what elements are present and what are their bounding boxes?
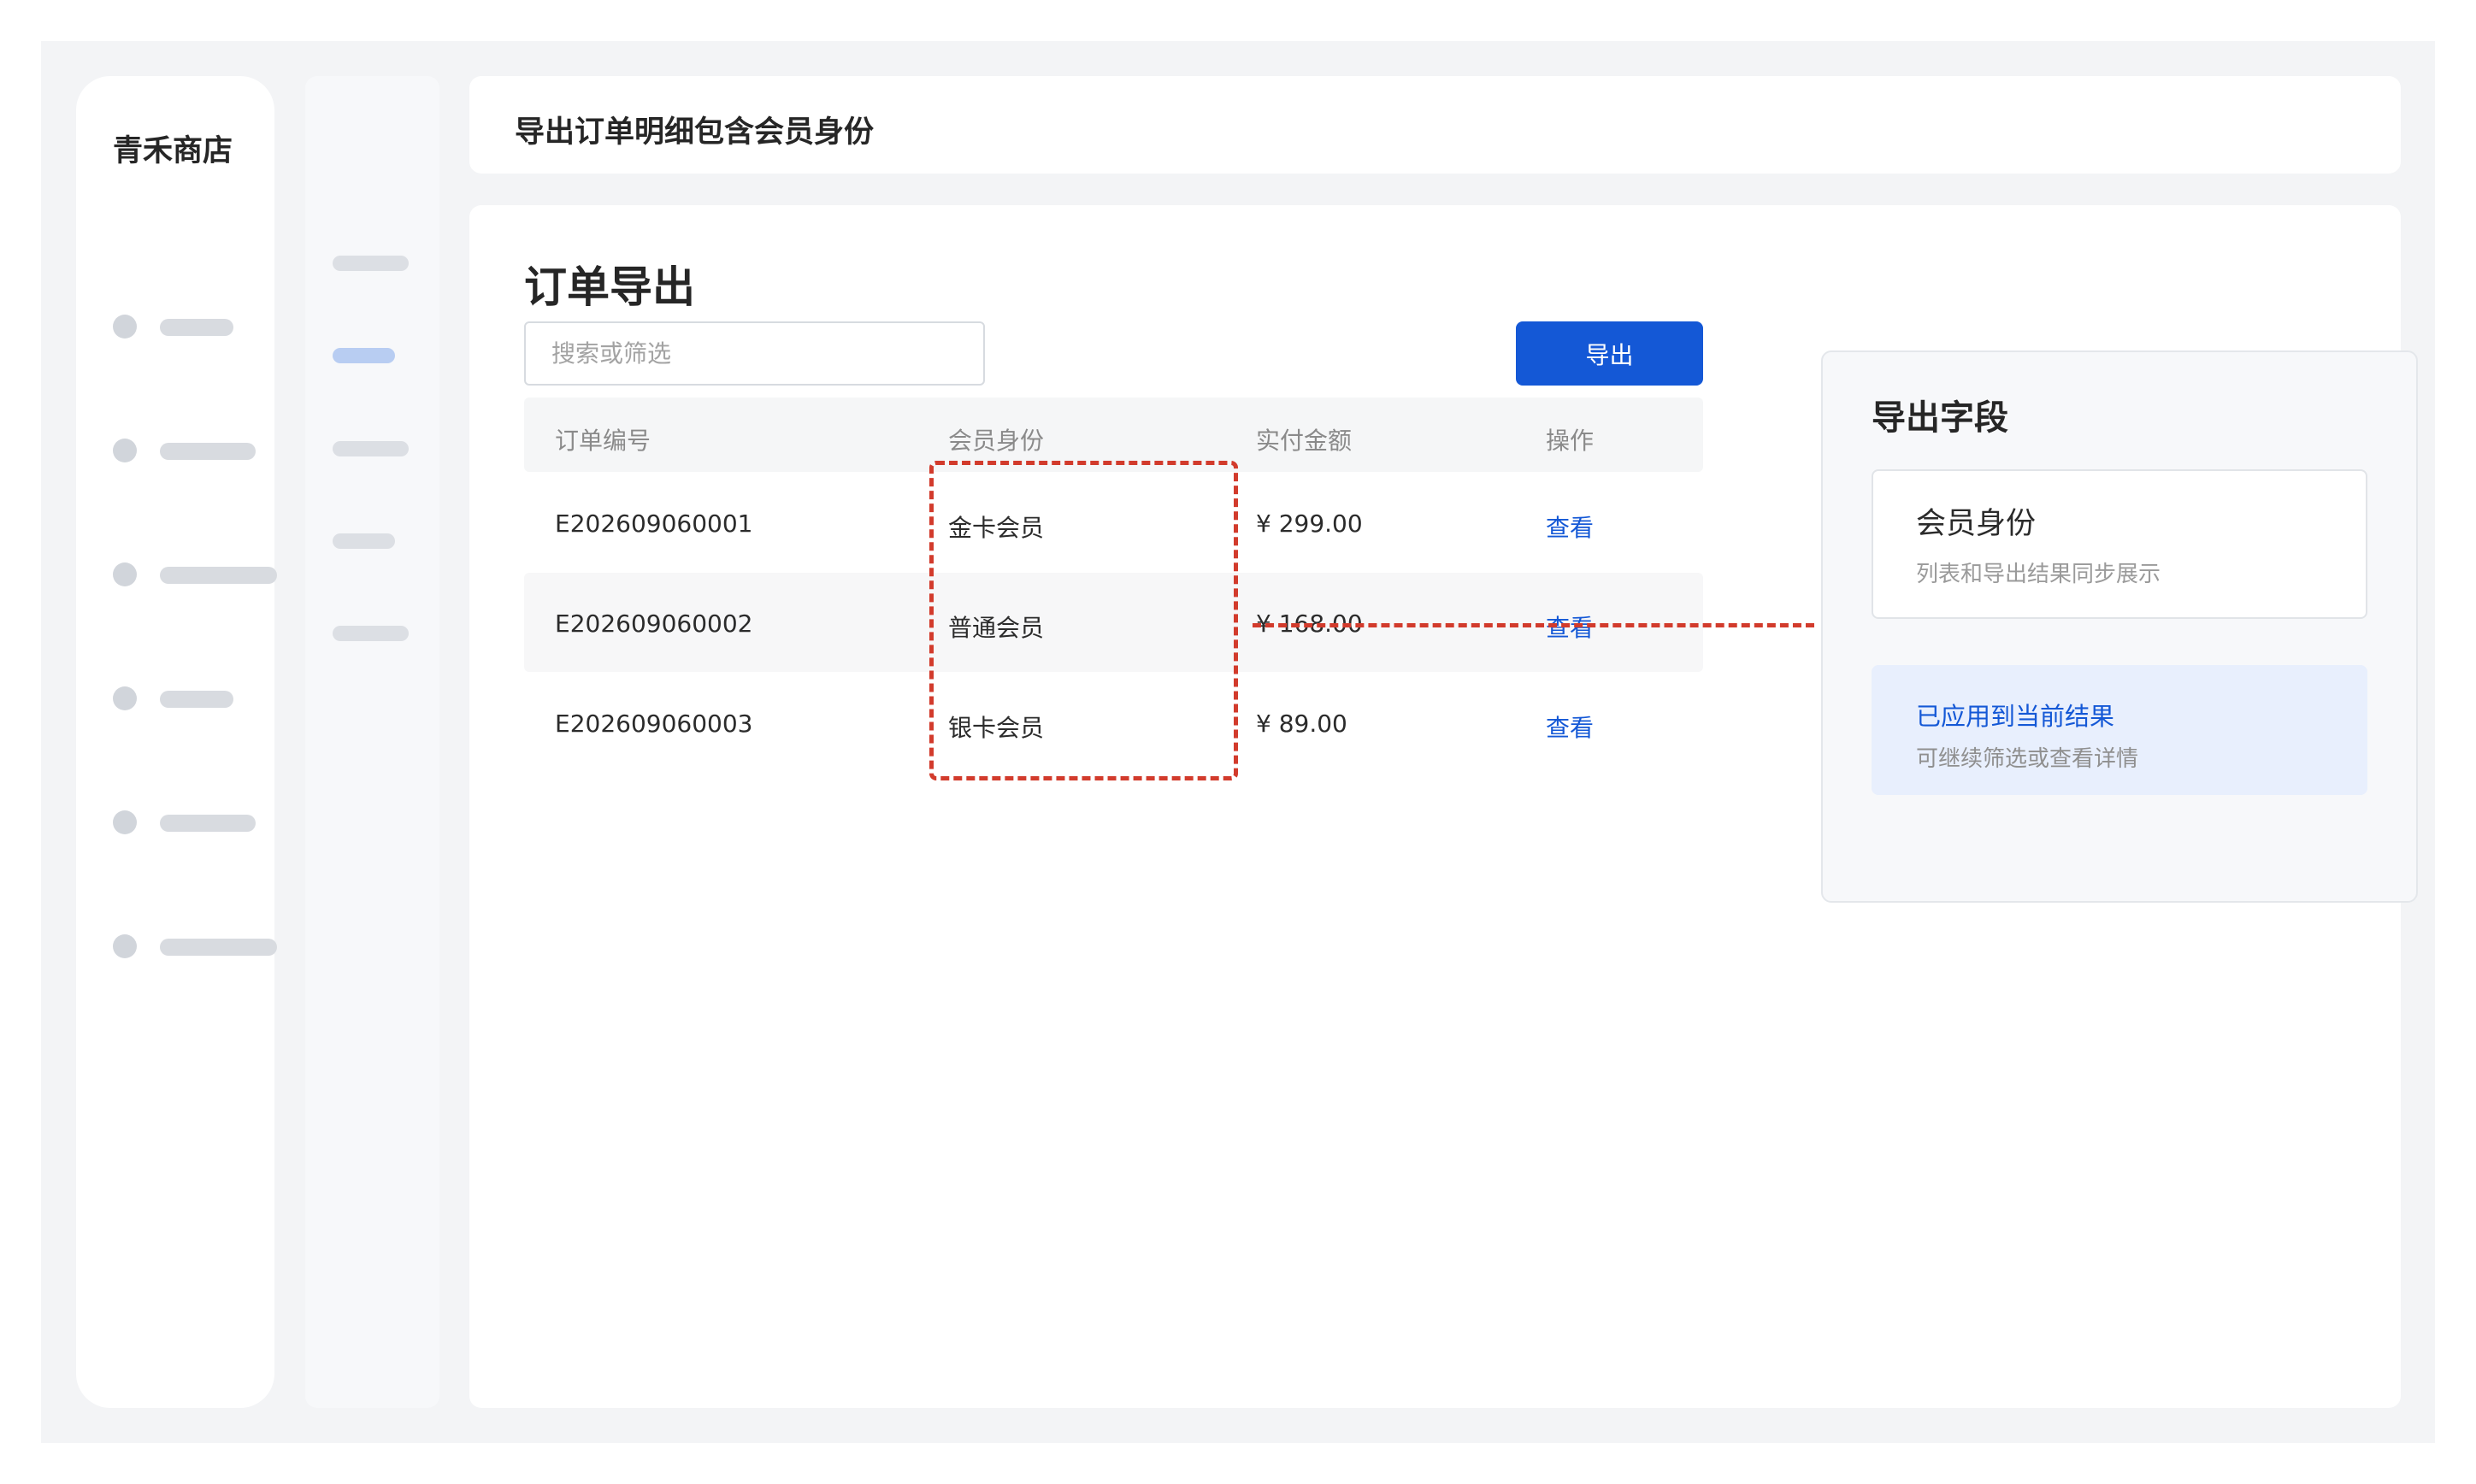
page-title: 导出订单明细包含会员身份: [515, 115, 875, 150]
column-header-amount: 实付金额: [1256, 427, 1353, 455]
subnav-item-5[interactable]: [333, 626, 409, 641]
view-link[interactable]: 查看: [1546, 710, 1594, 744]
sidebar-item-5[interactable]: [160, 815, 256, 832]
column-header-order-id: 订单编号: [555, 427, 651, 455]
sidebar-item-3-icon[interactable]: [113, 562, 137, 586]
column-header-action: 操作: [1546, 427, 1595, 455]
member-column-highlight: [929, 461, 1238, 780]
cell-amount: ¥ 89.00: [1256, 710, 1347, 738]
sidebar-item-6[interactable]: [160, 939, 277, 956]
sidebar-item-4[interactable]: [160, 691, 233, 708]
cell-order-id: E202609060001: [555, 509, 753, 538]
sidebar-item-5-icon[interactable]: [113, 810, 137, 834]
subnav-item-1[interactable]: [333, 256, 409, 271]
sidebar-item-4-icon[interactable]: [113, 686, 137, 710]
field-name: 会员身份: [1916, 507, 2037, 541]
sidebar-item-1[interactable]: [160, 319, 233, 336]
sidebar-item-6-icon[interactable]: [113, 934, 137, 958]
view-link[interactable]: 查看: [1546, 509, 1594, 544]
cell-amount: ¥ 299.00: [1256, 509, 1363, 538]
sidebar-item-1-icon[interactable]: [113, 315, 137, 339]
cell-order-id: E202609060002: [555, 610, 753, 638]
panel-title: 导出字段: [1872, 398, 2008, 438]
sidebar: [76, 76, 274, 1408]
applied-title: 已应用到当前结果: [1916, 702, 2115, 731]
search-input[interactable]: [524, 321, 985, 386]
applied-description: 可继续筛选或查看详情: [1916, 746, 2139, 772]
sidebar-item-2[interactable]: [160, 443, 256, 460]
column-header-member: 会员身份: [948, 427, 1045, 455]
section-title: 订单导出: [524, 262, 695, 312]
annotation-connector-line: [1253, 623, 1814, 627]
subnav-item-2-active[interactable]: [333, 348, 395, 363]
sidebar-item-2-icon[interactable]: [113, 439, 137, 462]
subnav-item-3[interactable]: [333, 441, 409, 456]
brand-name: 青禾商店: [113, 134, 233, 168]
export-button[interactable]: 导出: [1516, 321, 1703, 386]
field-description: 列表和导出结果同步展示: [1916, 562, 2161, 587]
sub-navigation: [305, 76, 439, 1408]
cell-order-id: E202609060003: [555, 710, 753, 738]
subnav-item-4[interactable]: [333, 533, 395, 549]
export-field-card[interactable]: [1872, 469, 2367, 619]
sidebar-item-3[interactable]: [160, 567, 277, 584]
